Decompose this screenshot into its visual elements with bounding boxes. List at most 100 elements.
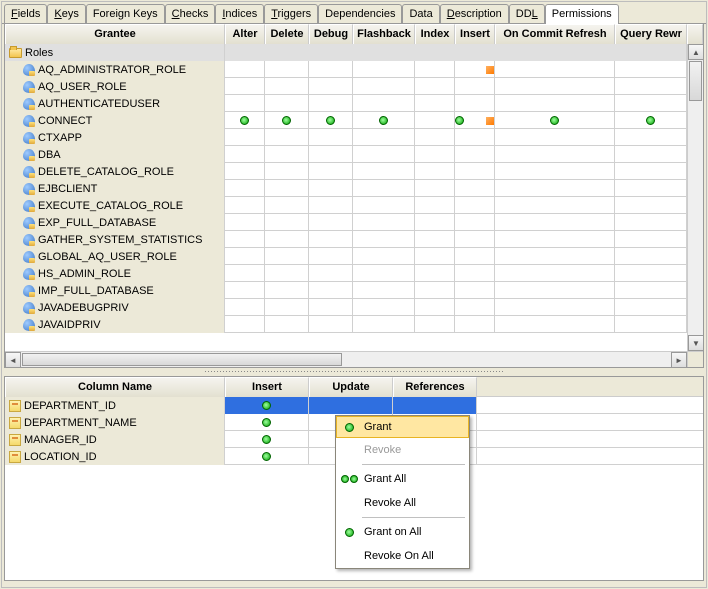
tab-triggers[interactable]: Triggers: [264, 4, 318, 23]
permission-cell[interactable]: [353, 316, 415, 333]
permission-cell[interactable]: [615, 231, 687, 248]
permission-cell[interactable]: [225, 265, 265, 282]
splitter[interactable]: [4, 368, 704, 376]
column-header-index[interactable]: Index: [415, 24, 455, 44]
permission-cell[interactable]: [225, 214, 265, 231]
permission-cell[interactable]: [415, 282, 455, 299]
grantee-cell[interactable]: IMP_FULL_DATABASE: [5, 282, 225, 299]
permission-cell[interactable]: [495, 146, 615, 163]
permission-cell[interactable]: [265, 265, 309, 282]
permission-cell[interactable]: [615, 146, 687, 163]
grantee-cell[interactable]: AUTHENTICATEDUSER: [5, 95, 225, 112]
scroll-up-button[interactable]: ▲: [688, 44, 703, 60]
permission-cell[interactable]: [309, 163, 353, 180]
grantee-cell[interactable]: GLOBAL_AQ_USER_ROLE: [5, 248, 225, 265]
permissions-row[interactable]: HS_ADMIN_ROLE: [5, 265, 687, 282]
permission-cell[interactable]: [225, 231, 265, 248]
permission-cell[interactable]: [455, 163, 495, 180]
permissions-row[interactable]: CTXAPP: [5, 129, 687, 146]
permission-cell[interactable]: [353, 197, 415, 214]
column-header-grantee[interactable]: Grantee: [5, 24, 225, 44]
permission-cell[interactable]: [415, 248, 455, 265]
permission-cell[interactable]: [265, 231, 309, 248]
permission-cell[interactable]: [353, 61, 415, 78]
permission-cell[interactable]: [265, 282, 309, 299]
permission-cell[interactable]: [353, 95, 415, 112]
tab-foreign-keys[interactable]: Foreign Keys: [86, 4, 165, 23]
permission-cell[interactable]: [455, 248, 495, 265]
grantee-cell[interactable]: CONNECT: [5, 112, 225, 129]
grantee-cell[interactable]: JAVAIDPRIV: [5, 316, 225, 333]
permission-cell[interactable]: [455, 299, 495, 316]
permission-cell[interactable]: [495, 112, 615, 129]
permission-cell[interactable]: [309, 146, 353, 163]
permission-cell[interactable]: [415, 146, 455, 163]
permission-cell[interactable]: [415, 163, 455, 180]
permission-cell[interactable]: [225, 95, 265, 112]
permission-cell[interactable]: [615, 299, 687, 316]
permission-cell[interactable]: [495, 197, 615, 214]
column-header-insert[interactable]: Insert: [225, 377, 309, 397]
grantee-cell[interactable]: DBA: [5, 146, 225, 163]
context-menu[interactable]: GrantRevokeGrant AllRevoke AllGrant on A…: [335, 415, 470, 569]
permission-cell[interactable]: [455, 129, 495, 146]
permission-cell[interactable]: [415, 95, 455, 112]
grantee-cell[interactable]: JAVADEBUGPRIV: [5, 299, 225, 316]
permission-cell[interactable]: [495, 214, 615, 231]
column-header-insert[interactable]: Insert: [455, 24, 495, 44]
permission-cell[interactable]: [455, 112, 495, 129]
permission-cell[interactable]: [415, 231, 455, 248]
permission-cell[interactable]: [309, 197, 353, 214]
permissions-row[interactable]: EXP_FULL_DATABASE: [5, 214, 687, 231]
permission-cell[interactable]: [353, 214, 415, 231]
permission-cell[interactable]: [455, 78, 495, 95]
permission-cell[interactable]: [225, 299, 265, 316]
permission-cell[interactable]: [265, 129, 309, 146]
permission-cell[interactable]: [495, 129, 615, 146]
permission-cell[interactable]: [415, 316, 455, 333]
grantee-cell[interactable]: AQ_ADMINISTRATOR_ROLE: [5, 61, 225, 78]
column-permission-cell[interactable]: [309, 397, 393, 414]
grantee-cell[interactable]: EXP_FULL_DATABASE: [5, 214, 225, 231]
permission-cell[interactable]: [225, 61, 265, 78]
column-header-on-commit-refresh[interactable]: On Commit Refresh: [495, 24, 615, 44]
scroll-down-button[interactable]: ▼: [688, 335, 703, 351]
permissions-row[interactable]: JAVAIDPRIV: [5, 316, 687, 333]
permissions-row[interactable]: IMP_FULL_DATABASE: [5, 282, 687, 299]
permission-cell[interactable]: [309, 282, 353, 299]
permission-cell[interactable]: [309, 248, 353, 265]
grantee-cell[interactable]: HS_ADMIN_ROLE: [5, 265, 225, 282]
permission-cell[interactable]: [309, 61, 353, 78]
permission-cell[interactable]: [309, 214, 353, 231]
menu-item-revoke-on-all[interactable]: Revoke On All: [336, 544, 469, 568]
tree-group-roles[interactable]: Roles: [5, 44, 687, 61]
permissions-row[interactable]: GATHER_SYSTEM_STATISTICS: [5, 231, 687, 248]
tab-indices[interactable]: Indices: [215, 4, 264, 23]
column-header-alter[interactable]: Alter: [225, 24, 265, 44]
tab-checks[interactable]: Checks: [165, 4, 216, 23]
tab-data[interactable]: Data: [402, 4, 439, 23]
scroll-track[interactable]: [21, 352, 671, 367]
permissions-row[interactable]: AUTHENTICATEDUSER: [5, 95, 687, 112]
permission-cell[interactable]: [415, 214, 455, 231]
permission-cell[interactable]: [225, 316, 265, 333]
menu-item-grant-on-all[interactable]: Grant on All: [336, 520, 469, 544]
column-name-cell[interactable]: LOCATION_ID: [5, 448, 225, 465]
permission-cell[interactable]: [353, 299, 415, 316]
column-permission-cell[interactable]: [225, 397, 309, 414]
horizontal-scrollbar[interactable]: ◄ ►: [5, 351, 687, 367]
permission-cell[interactable]: [353, 146, 415, 163]
permission-cell[interactable]: [415, 78, 455, 95]
column-permission-cell[interactable]: [393, 397, 477, 414]
permission-cell[interactable]: [415, 112, 455, 129]
permission-cell[interactable]: [615, 163, 687, 180]
permission-cell[interactable]: [309, 78, 353, 95]
permission-cell[interactable]: [455, 316, 495, 333]
permission-cell[interactable]: [495, 248, 615, 265]
vertical-scrollbar[interactable]: ▲ ▼: [687, 44, 703, 351]
permission-cell[interactable]: [309, 180, 353, 197]
permission-cell[interactable]: [353, 282, 415, 299]
permission-cell[interactable]: [225, 180, 265, 197]
tab-ddl[interactable]: DDL: [509, 4, 545, 23]
permission-cell[interactable]: [615, 197, 687, 214]
